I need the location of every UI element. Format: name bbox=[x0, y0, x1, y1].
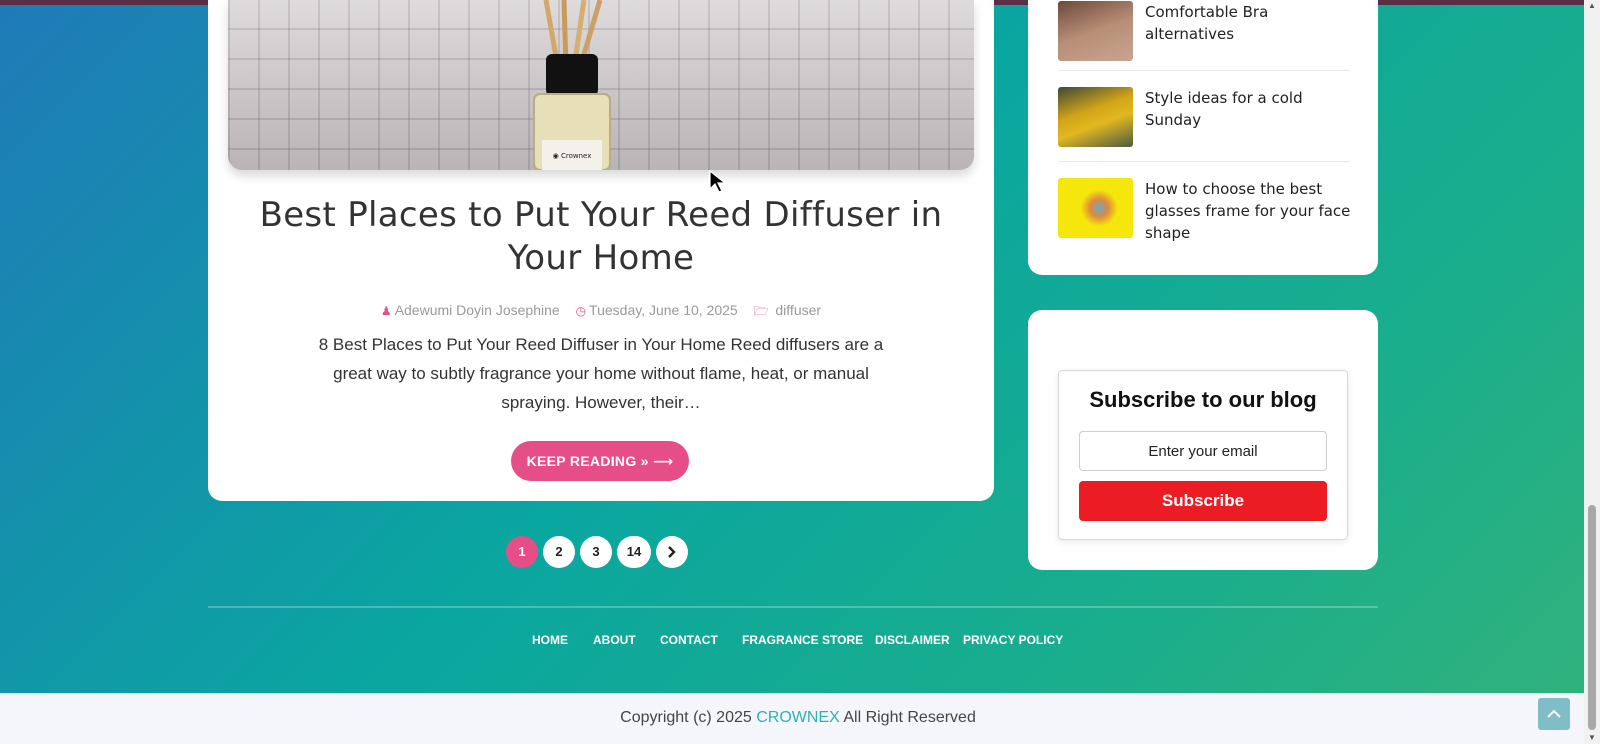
recent-divider bbox=[1058, 70, 1349, 71]
post-meta: ♟ Adewumi Doyin Josephine ◷ Tuesday, June … bbox=[228, 302, 974, 323]
copyright-bar: Copyright (c) 2025 CROWNEX All Right Res… bbox=[0, 693, 1584, 744]
recent-post-title[interactable]: Style ideas for a cold Sunday bbox=[1145, 87, 1355, 131]
page-14-button[interactable]: 14 bbox=[617, 536, 651, 568]
subscribe-title: Subscribe to our blog bbox=[1089, 387, 1317, 412]
back-to-top-button[interactable] bbox=[1538, 698, 1570, 730]
post-category[interactable]: 🗁 diffuser bbox=[754, 302, 821, 318]
post-title[interactable]: Best Places to Put Your Reed Diffuser in… bbox=[228, 194, 974, 280]
page-1-button[interactable]: 1 bbox=[506, 536, 538, 568]
footer-link-about[interactable]: ABOUT bbox=[593, 633, 636, 647]
brand-link[interactable]: CROWNEX bbox=[756, 709, 840, 726]
scrollbar-thumb[interactable] bbox=[1588, 505, 1596, 730]
post-category-text: diffuser bbox=[775, 302, 822, 318]
footer-link-privacy-policy[interactable]: PRIVACY POLICY bbox=[963, 633, 1063, 647]
footer-link-home[interactable]: HOME bbox=[532, 633, 568, 647]
svg-text:◉ Crownex: ◉ Crownex bbox=[553, 152, 592, 160]
scroll-down-arrow-icon[interactable]: ▼ bbox=[1587, 734, 1597, 742]
copyright-text: Copyright (c) 2025 CROWNEX All Right Res… bbox=[0, 709, 1596, 727]
subscribe-widget: Subscribe to our blog Subscribe bbox=[1028, 310, 1378, 570]
folder-icon: 🗁 bbox=[753, 304, 769, 318]
copyright-prefix: Copyright (c) 2025 bbox=[620, 709, 752, 726]
page-scrollbar[interactable]: ▲ ▼ bbox=[1584, 0, 1600, 744]
footer-nav: HOME ABOUT CONTACT FRAGRANCE STORE DISCL… bbox=[0, 633, 1600, 647]
page-2-button[interactable]: 2 bbox=[543, 536, 575, 568]
footer-link-disclaimer[interactable]: DISCLAIMER bbox=[875, 633, 950, 647]
post-excerpt: 8 Best Places to Put Your Reed Diffuser … bbox=[318, 335, 884, 412]
chevron-right-icon bbox=[668, 546, 676, 558]
post-author[interactable]: ♟ Adewumi Doyin Josephine bbox=[381, 302, 560, 318]
recent-post-title[interactable]: How to choose the best glasses frame for… bbox=[1145, 178, 1355, 244]
next-page-button[interactable] bbox=[656, 536, 688, 568]
post-date: ◷ Tuesday, June 10, 2025 bbox=[576, 302, 738, 318]
email-input[interactable] bbox=[1079, 431, 1327, 471]
recent-post-thumbnail[interactable] bbox=[1058, 1, 1133, 61]
post-date-text: Tuesday, June 10, 2025 bbox=[589, 302, 738, 318]
recent-posts-widget: Comfortable Bra alternatives Style ideas… bbox=[1028, 0, 1378, 275]
chevron-up-icon bbox=[1547, 709, 1561, 718]
post-featured-image[interactable]: ◉ Crownex bbox=[228, 0, 974, 170]
footer-link-contact[interactable]: CONTACT bbox=[660, 633, 718, 647]
subscribe-button[interactable]: Subscribe bbox=[1079, 481, 1327, 521]
clock-icon: ◷ bbox=[575, 304, 587, 318]
copyright-suffix: All Right Reserved bbox=[843, 709, 976, 726]
scroll-up-arrow-icon[interactable]: ▲ bbox=[1587, 2, 1597, 10]
recent-post-title[interactable]: Comfortable Bra alternatives bbox=[1145, 1, 1355, 45]
post-author-name: Adewumi Doyin Josephine bbox=[394, 302, 560, 318]
page-3-button[interactable]: 3 bbox=[580, 536, 612, 568]
recent-post-thumbnail[interactable] bbox=[1058, 87, 1133, 147]
recent-divider bbox=[1058, 161, 1349, 162]
keep-reading-button[interactable]: KEEP READING » ⟶ bbox=[511, 441, 689, 481]
subscribe-form: Subscribe to our blog Subscribe bbox=[1058, 370, 1348, 540]
mouse-cursor-icon bbox=[709, 170, 727, 193]
user-icon: ♟ bbox=[380, 304, 392, 318]
reed-diffuser-illustration: ◉ Crownex bbox=[533, 0, 611, 170]
recent-post-thumbnail[interactable] bbox=[1058, 178, 1133, 238]
footer-link-fragrance-store[interactable]: FRAGRANCE STORE bbox=[742, 633, 863, 647]
footer-divider bbox=[208, 606, 1378, 608]
